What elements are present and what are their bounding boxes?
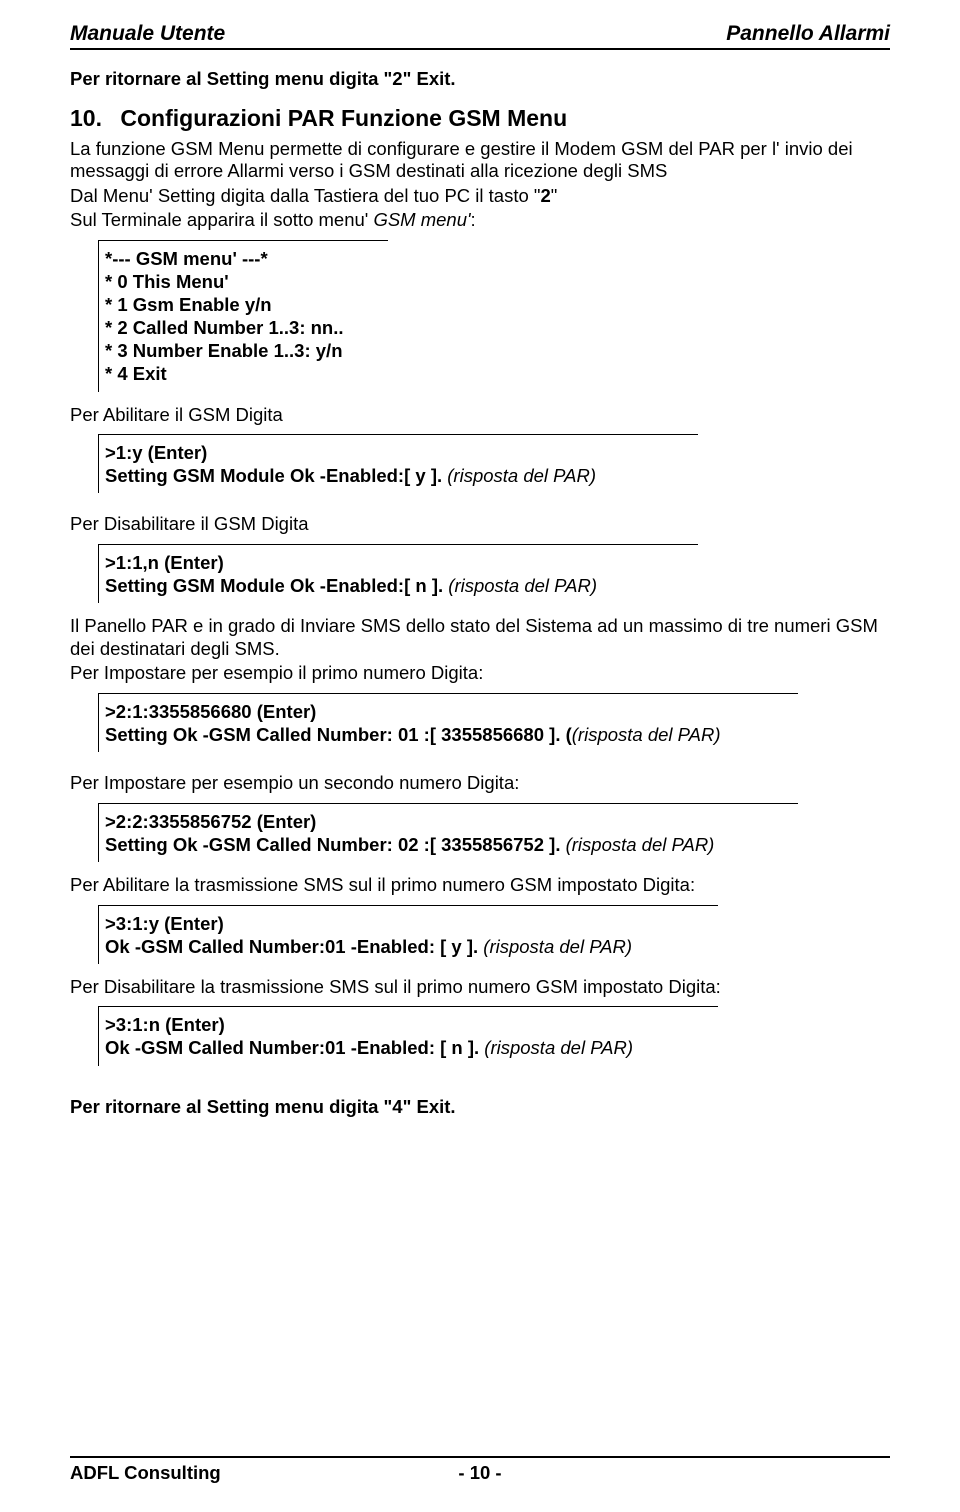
p1c-post: : bbox=[471, 209, 476, 230]
enable-gsm-label: Per Abilitare il GSM Digita bbox=[70, 404, 890, 427]
set-num1-box: >2:1:3355856680 (Enter) Setting Ok -GSM … bbox=[98, 693, 798, 752]
enable-tx-line2-resp: (risposta del PAR) bbox=[483, 936, 632, 957]
disable-tx-line2: Ok -GSM Called Number:01 -Enabled: [ n ]… bbox=[105, 1036, 716, 1059]
p1b-post: " bbox=[551, 185, 558, 206]
paragraph-4: Per Abilitare la trasmissione SMS sul il… bbox=[70, 874, 890, 897]
p2a: Il Panello PAR e in grado di Inviare SMS… bbox=[70, 615, 890, 660]
p1-line-c: Sul Terminale apparira il sotto menu' GS… bbox=[70, 209, 890, 232]
p1b-pre: Dal Menu' Setting digita dalla Tastiera … bbox=[70, 185, 540, 206]
intro-return-line: Per ritornare al Setting menu digita "2"… bbox=[70, 68, 890, 91]
set-num2-line2-bold: Setting Ok -GSM Called Number: 02 :[ 335… bbox=[105, 834, 566, 855]
set-num2-box: >2:2:3355856752 (Enter) Setting Ok -GSM … bbox=[98, 803, 798, 862]
page-footer: ADFL Consulting - 10 - bbox=[70, 1456, 890, 1484]
spacer bbox=[70, 505, 890, 513]
p2b: Per Impostare per esempio il primo numer… bbox=[70, 662, 890, 685]
enable-gsm-line2-resp: (risposta del PAR) bbox=[447, 465, 596, 486]
enable-tx-line2-bold: Ok -GSM Called Number:01 -Enabled: [ y ]… bbox=[105, 936, 483, 957]
disable-gsm-line2-resp: (risposta del PAR) bbox=[448, 575, 597, 596]
p1-line-b: Dal Menu' Setting digita dalla Tastiera … bbox=[70, 185, 890, 208]
gsm-menu-box: *--- GSM menu' ---* * 0 This Menu' * 1 G… bbox=[98, 240, 388, 392]
paragraph-5: Per Disabilitare la trasmissione SMS sul… bbox=[70, 976, 890, 999]
set-num1-line2: Setting Ok -GSM Called Number: 01 :[ 335… bbox=[105, 723, 796, 746]
paragraph-1: La funzione GSM Menu permette di configu… bbox=[70, 138, 890, 232]
p1b-bold: 2 bbox=[540, 185, 550, 206]
enable-tx-line1: >3:1:y (Enter) bbox=[105, 912, 716, 935]
outro-return-line: Per ritornare al Setting menu digita "4"… bbox=[70, 1096, 890, 1119]
disable-gsm-line2: Setting GSM Module Ok -Enabled:[ n ]. (r… bbox=[105, 574, 696, 597]
gsm-menu-line: *--- GSM menu' ---* bbox=[105, 247, 386, 270]
p1-line-a: La funzione GSM Menu permette di configu… bbox=[70, 138, 890, 183]
page-header: Manuale Utente Pannello Allarmi bbox=[70, 22, 890, 50]
disable-gsm-line2-bold: Setting GSM Module Ok -Enabled:[ n ]. bbox=[105, 575, 448, 596]
enable-gsm-line2: Setting GSM Module Ok -Enabled:[ y ]. (r… bbox=[105, 464, 696, 487]
set-num1-line2-resp: (risposta del PAR) bbox=[572, 724, 721, 745]
header-right: Pannello Allarmi bbox=[726, 22, 890, 46]
enable-tx-box: >3:1:y (Enter) Ok -GSM Called Number:01 … bbox=[98, 905, 718, 964]
section-heading: 10. Configurazioni PAR Funzione GSM Menu bbox=[70, 105, 890, 132]
disable-tx-line2-resp: (risposta del PAR) bbox=[484, 1037, 633, 1058]
enable-tx-line2: Ok -GSM Called Number:01 -Enabled: [ y ]… bbox=[105, 935, 716, 958]
disable-gsm-line1: >1:1,n (Enter) bbox=[105, 551, 696, 574]
p1c-pre: Sul Terminale apparira il sotto menu' bbox=[70, 209, 373, 230]
paragraph-2: Il Panello PAR e in grado di Inviare SMS… bbox=[70, 615, 890, 685]
set-num2-line2-resp: (risposta del PAR) bbox=[566, 834, 715, 855]
footer-center: - 10 - bbox=[70, 1462, 890, 1484]
disable-gsm-box: >1:1,n (Enter) Setting GSM Module Ok -En… bbox=[98, 544, 698, 603]
gsm-menu-line: * 3 Number Enable 1..3: y/n bbox=[105, 339, 386, 362]
disable-gsm-label: Per Disabilitare il GSM Digita bbox=[70, 513, 890, 536]
gsm-menu-line: * 2 Called Number 1..3: nn.. bbox=[105, 316, 386, 339]
gsm-menu-line: * 4 Exit bbox=[105, 362, 386, 385]
set-num2-line1: >2:2:3355856752 (Enter) bbox=[105, 810, 796, 833]
section-number: 10. bbox=[70, 105, 114, 132]
disable-tx-box: >3:1:n (Enter) Ok -GSM Called Number:01 … bbox=[98, 1006, 718, 1065]
header-left: Manuale Utente bbox=[70, 22, 225, 46]
paragraph-3: Per Impostare per esempio un secondo num… bbox=[70, 772, 890, 795]
set-num1-line1: >2:1:3355856680 (Enter) bbox=[105, 700, 796, 723]
set-num1-line2-bold: Setting Ok -GSM Called Number: 01 :[ 335… bbox=[105, 724, 572, 745]
enable-gsm-line2-bold: Setting GSM Module Ok -Enabled:[ y ]. bbox=[105, 465, 447, 486]
spacer bbox=[70, 764, 890, 772]
set-num2-line2: Setting Ok -GSM Called Number: 02 :[ 335… bbox=[105, 833, 796, 856]
disable-tx-line1: >3:1:n (Enter) bbox=[105, 1013, 716, 1036]
section-title: Configurazioni PAR Funzione GSM Menu bbox=[120, 105, 567, 131]
gsm-menu-line: * 1 Gsm Enable y/n bbox=[105, 293, 386, 316]
disable-tx-line2-bold: Ok -GSM Called Number:01 -Enabled: [ n ]… bbox=[105, 1037, 484, 1058]
enable-gsm-box: >1:y (Enter) Setting GSM Module Ok -Enab… bbox=[98, 434, 698, 493]
document-page: Manuale Utente Pannello Allarmi Per rito… bbox=[0, 0, 960, 1512]
gsm-menu-line: * 0 This Menu' bbox=[105, 270, 386, 293]
enable-gsm-line1: >1:y (Enter) bbox=[105, 441, 696, 464]
p1c-italic: GSM menu' bbox=[373, 209, 470, 230]
spacer bbox=[70, 1078, 890, 1096]
